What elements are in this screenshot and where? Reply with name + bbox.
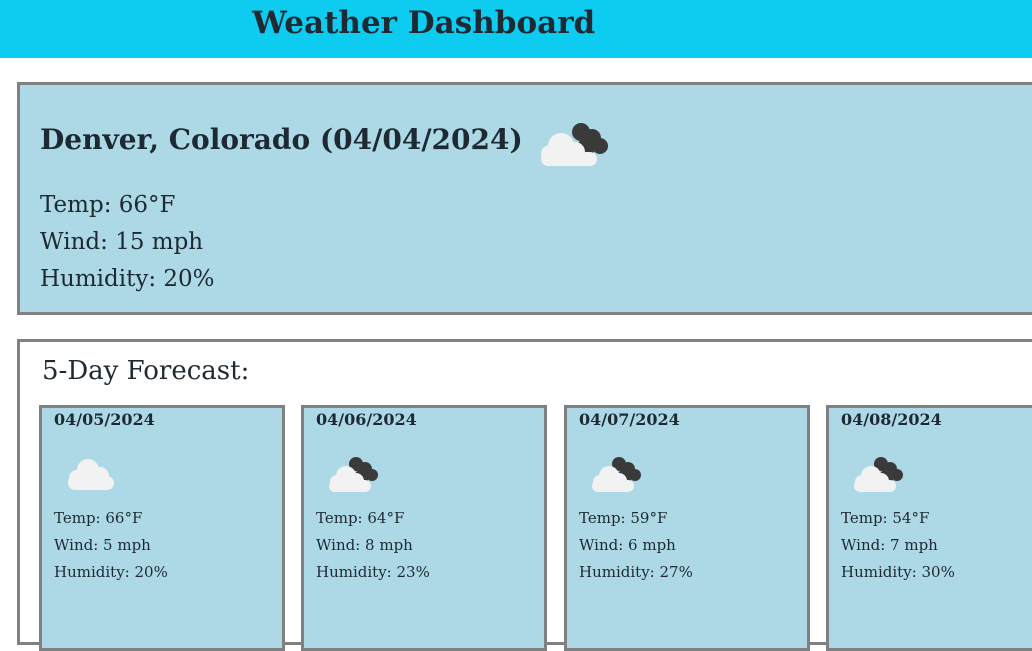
forecast-temp: Temp: 54°F: [841, 509, 930, 527]
forecast-wind: Wind: 6 mph: [579, 536, 676, 554]
current-weather-panel: Denver, Colorado (04/04/2024) Temp: 66°F…: [17, 82, 1032, 315]
current-city-heading: Denver, Colorado (04/04/2024): [40, 122, 523, 156]
forecast-humidity: Humidity: 23%: [316, 563, 430, 581]
current-heading-row: Denver, Colorado (04/04/2024): [40, 119, 609, 166]
dark-clouds-icon: [540, 123, 608, 166]
page-title: Weather Dashboard: [252, 5, 596, 41]
app-header: Weather Dashboard: [0, 0, 1032, 58]
forecast-wind: Wind: 7 mph: [841, 536, 938, 554]
forecast-date: 04/05/2024: [54, 410, 155, 429]
forecast-wind: Wind: 5 mph: [54, 536, 151, 554]
current-temp: Temp: 66°F: [40, 192, 176, 218]
current-humidity: Humidity: 20%: [40, 266, 215, 292]
forecast-wind: Wind: 8 mph: [316, 536, 413, 554]
dark-clouds-icon: [854, 457, 903, 492]
forecast-date: 04/06/2024: [316, 410, 417, 429]
forecast-card: 04/07/2024 Temp: 59°F Wind: 6 mph Humidi…: [564, 405, 810, 651]
forecast-card: 04/06/2024 Temp: 64°F Wind: 8 mph Humidi…: [301, 405, 547, 651]
forecast-card: 04/08/2024 Temp: 54°F Wind: 7 mph Humidi…: [826, 405, 1032, 651]
current-wind: Wind: 15 mph: [40, 229, 204, 255]
forecast-title: 5-Day Forecast:: [42, 356, 250, 386]
cloud-icon: [68, 459, 114, 490]
forecast-humidity: Humidity: 30%: [841, 563, 955, 581]
forecast-humidity: Humidity: 27%: [579, 563, 693, 581]
forecast-temp: Temp: 66°F: [54, 509, 143, 527]
forecast-card: 04/05/2024 Temp: 66°F Wind: 5 mph Humidi…: [39, 405, 285, 651]
forecast-date: 04/07/2024: [579, 410, 680, 429]
forecast-temp: Temp: 64°F: [316, 509, 405, 527]
dark-clouds-icon: [329, 457, 378, 492]
forecast-date: 04/08/2024: [841, 410, 942, 429]
dark-clouds-icon: [592, 457, 641, 492]
forecast-humidity: Humidity: 20%: [54, 563, 168, 581]
forecast-temp: Temp: 59°F: [579, 509, 668, 527]
forecast-section: 5-Day Forecast: 04/05/2024 Temp: 66°F Wi…: [17, 339, 1032, 651]
